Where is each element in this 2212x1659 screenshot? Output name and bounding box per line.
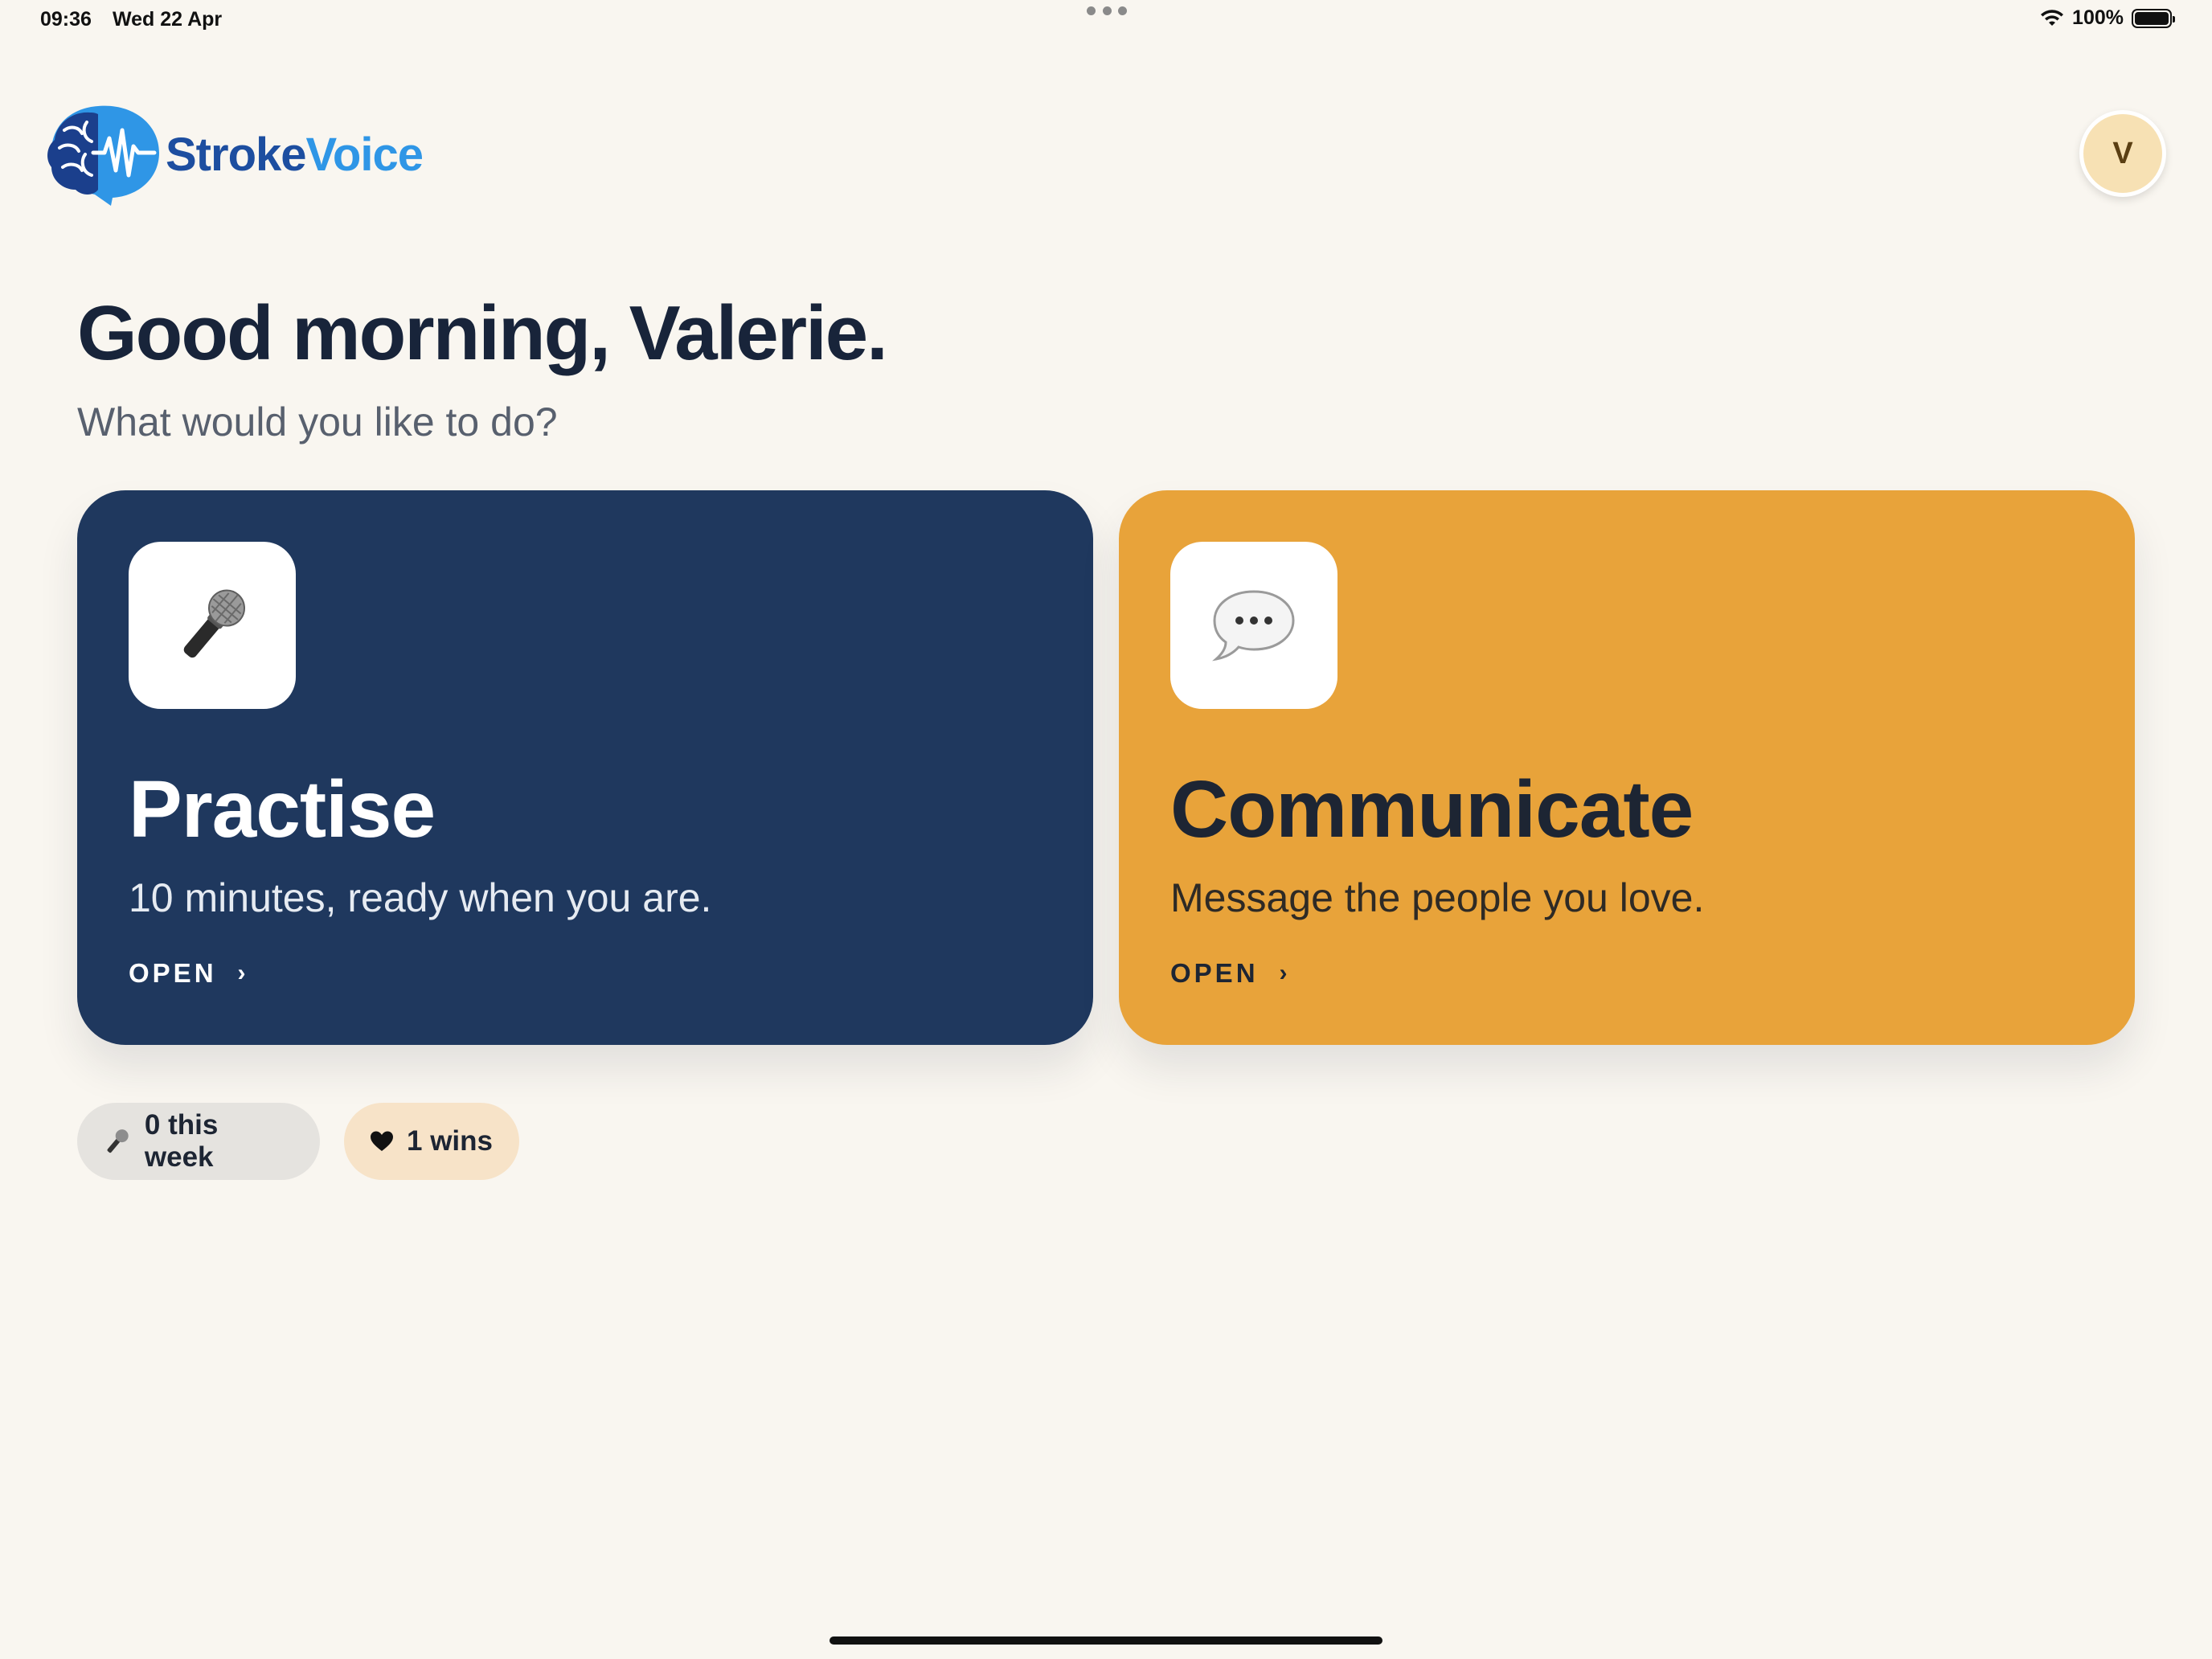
open-practise-link[interactable]: OPEN › <box>129 958 246 989</box>
weekly-practice-badge[interactable]: 0 this week <box>77 1103 320 1180</box>
home-screen: 09:36 Wed 22 Apr 100% StrokeVoice V Good <box>0 0 2212 1659</box>
microphone-icon <box>183 589 245 658</box>
chevron-right-icon: › <box>237 960 246 986</box>
communicate-card[interactable]: Communicate Message the people you love.… <box>1119 490 2135 1045</box>
card-description: 10 minutes, ready when you are. <box>129 875 712 920</box>
wins-count: 1 wins <box>407 1125 493 1157</box>
wifi-icon <box>2041 9 2064 26</box>
card-icon-tile <box>129 542 296 709</box>
weekly-practice-count: 0 this week <box>144 1109 219 1173</box>
card-title: Communicate <box>1170 764 1694 854</box>
multitasking-dots-icon[interactable] <box>1087 6 1127 15</box>
open-communicate-link[interactable]: OPEN › <box>1170 958 1288 989</box>
chevron-right-icon: › <box>1279 960 1288 986</box>
open-label: OPEN <box>1170 958 1259 988</box>
app-logo: StrokeVoice <box>42 101 424 207</box>
status-time: 09:36 <box>40 8 92 31</box>
home-indicator[interactable] <box>830 1636 1382 1645</box>
brain-speech-bubble-icon <box>47 105 159 206</box>
status-indicators: 100% <box>2040 6 2175 30</box>
card-description: Message the people you love. <box>1170 875 1705 920</box>
battery-percent: 100% <box>2072 6 2124 29</box>
wins-badge[interactable]: 1 wins <box>344 1103 519 1180</box>
microphone-icon <box>107 1129 129 1153</box>
speech-bubble-icon <box>1212 590 1295 662</box>
card-icon-tile <box>1170 542 1337 709</box>
battery-icon <box>2132 8 2175 28</box>
open-label: OPEN <box>129 958 217 988</box>
page-title: Good morning, Valerie. <box>77 290 888 376</box>
page-subtitle: What would you like to do? <box>77 399 558 444</box>
card-title: Practise <box>129 764 436 854</box>
status-date: Wed 22 Apr <box>113 8 223 31</box>
status-bar: 09:36 Wed 22 Apr 100% <box>0 0 2212 40</box>
avatar-initial: V <box>2112 136 2133 170</box>
profile-avatar-button[interactable]: V <box>2079 110 2166 197</box>
heart-icon <box>371 1131 393 1151</box>
practise-card[interactable]: Practise 10 minutes, ready when you are.… <box>77 490 1093 1045</box>
brand-name: StrokeVoice <box>166 128 424 181</box>
